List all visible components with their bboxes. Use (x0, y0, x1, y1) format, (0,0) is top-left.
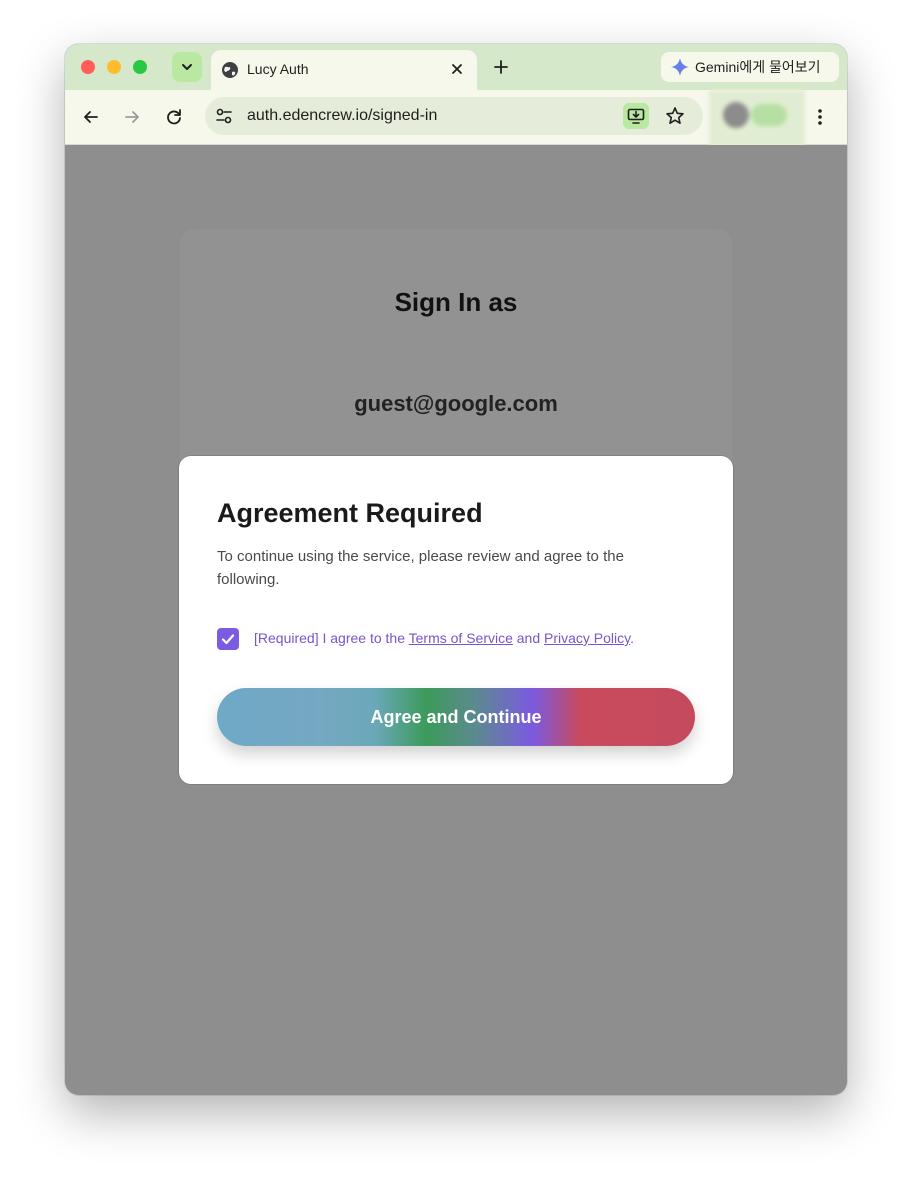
star-icon[interactable] (665, 106, 685, 126)
agreement-checkbox[interactable] (217, 628, 239, 650)
signin-email: guest@google.com (354, 391, 558, 416)
check-icon (221, 634, 235, 645)
reload-icon[interactable] (164, 107, 184, 127)
signin-title: Sign In as (394, 287, 518, 317)
close-icon[interactable] (449, 61, 465, 77)
avatar (723, 102, 749, 128)
tab-search-button[interactable] (172, 52, 202, 82)
modal-title: Agreement Required (217, 498, 483, 528)
sparkle-icon (671, 58, 689, 76)
profile-name-blurred (751, 104, 787, 126)
browser-tab[interactable]: Lucy Auth (211, 50, 477, 90)
privacy-policy-link[interactable]: Privacy Policy (544, 630, 630, 646)
address-bar[interactable]: auth.edencrew.io/signed-in (205, 97, 703, 135)
minimize-window-button[interactable] (107, 60, 121, 74)
browser-window: Lucy Auth Gemini에게 물어보기 auth.edencrew.io… (65, 44, 847, 1095)
zoom-window-button[interactable] (133, 60, 147, 74)
modal-description: To continue using the service, please re… (217, 548, 624, 588)
gemini-button[interactable]: Gemini에게 물어보기 (661, 52, 839, 82)
terms-of-service-link[interactable]: Terms of Service (409, 630, 513, 646)
title-bar: Lucy Auth Gemini에게 물어보기 (65, 44, 847, 90)
tune-icon[interactable] (215, 107, 233, 125)
arrow-right-icon[interactable] (122, 107, 142, 127)
gemini-label: Gemini에게 물어보기 (695, 59, 821, 75)
globe-icon (222, 62, 238, 78)
chevron-down-icon (182, 64, 192, 70)
kebab-icon[interactable] (809, 106, 831, 128)
agree-and-continue-button[interactable]: Agree and Continue (217, 688, 695, 746)
agreement-modal: Agreement Required To continue using the… (179, 456, 733, 784)
url-text: auth.edencrew.io/signed-in (247, 107, 438, 124)
profile-chip[interactable] (709, 90, 805, 150)
consent-suffix: . (630, 630, 634, 646)
arrow-left-icon[interactable] (81, 107, 101, 127)
close-window-button[interactable] (81, 60, 95, 74)
consent-text: [Required] I agree to the Terms of Servi… (254, 628, 634, 648)
consent-conjunction: and (512, 630, 545, 646)
tab-title: Lucy Auth (247, 61, 309, 77)
consent-prefix: [Required] I agree to the (254, 630, 409, 646)
install-app-icon (627, 108, 645, 124)
page-content: Sign In as guest@google.com Agreement Re… (65, 145, 847, 1095)
browser-toolbar: auth.edencrew.io/signed-in (65, 90, 847, 150)
signin-card: Sign In as guest@google.com (180, 229, 732, 479)
install-app-button[interactable] (623, 103, 649, 129)
plus-icon[interactable] (491, 57, 511, 77)
